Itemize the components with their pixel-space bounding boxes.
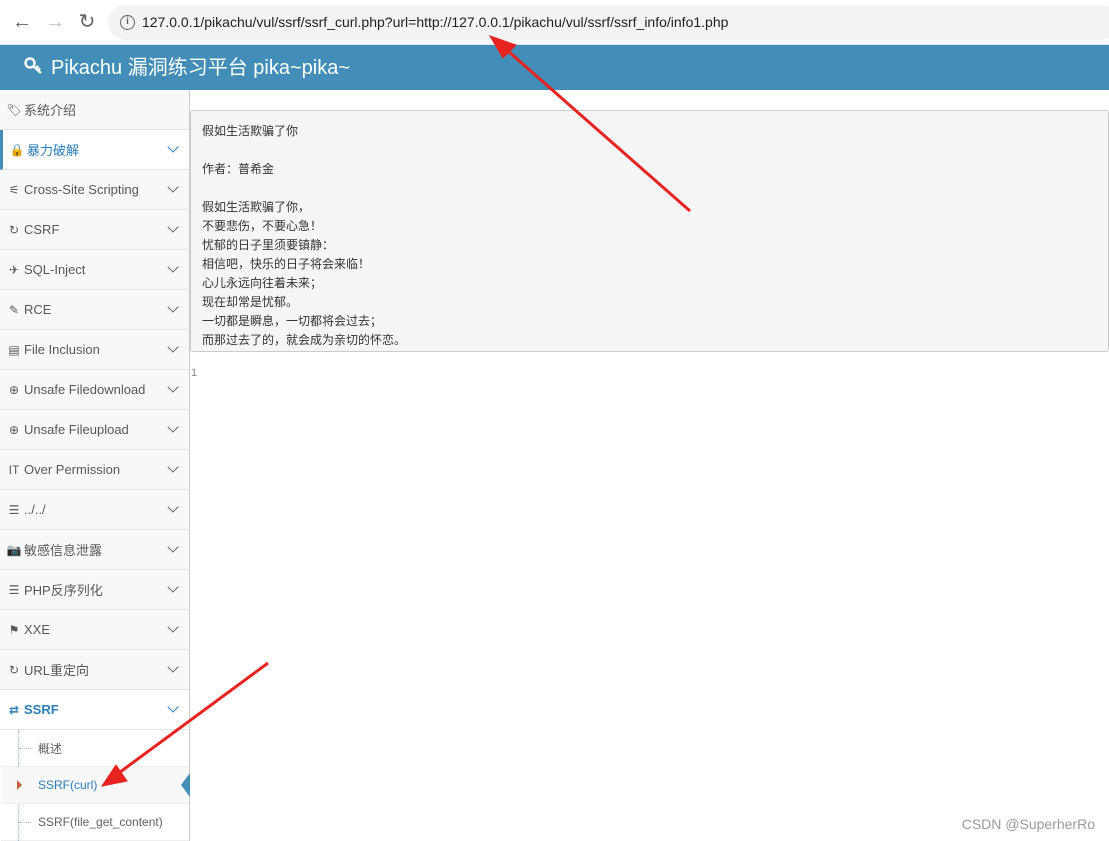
submenu-item-label: SSRF(curl) xyxy=(38,778,98,792)
sidebar-item-label: Cross-Site Scripting xyxy=(24,182,139,197)
chevron-down-icon xyxy=(167,301,179,313)
sidebar-item-over-permission[interactable]: IT Over Permission xyxy=(0,450,189,490)
sidebar-item-label: XXE xyxy=(24,622,51,637)
camera-icon: 📷 xyxy=(6,542,22,557)
submenu-item-label: 概述 xyxy=(38,741,63,756)
sidebar-item-label: SQL-Inject xyxy=(24,262,86,277)
caret-right-icon xyxy=(17,780,22,790)
chevron-down-icon xyxy=(167,501,179,513)
chevron-down-icon xyxy=(167,141,179,153)
result-number: 1 xyxy=(191,367,198,379)
sidebar-item-label: RCE xyxy=(24,302,52,317)
sidebar-nav: 🏷 系统介绍 🔒 暴力破解 ⚟ Cross-Site Scripting ↻ C… xyxy=(0,90,190,841)
sidebar-item-label: PHP反序列化 xyxy=(24,583,103,598)
app-header: Pikachu 漏洞练习平台 pika~pika~ xyxy=(0,45,1109,90)
sidebar-item-bruteforce[interactable]: 🔒 暴力破解 xyxy=(0,130,189,170)
sidebar-item-xss[interactable]: ⚟ Cross-Site Scripting xyxy=(0,170,189,210)
sidebar-item-label: SSRF xyxy=(24,702,59,717)
download-circle-icon: ⊕ xyxy=(8,382,20,397)
chevron-down-icon xyxy=(167,461,179,473)
plane-icon: ✈ xyxy=(8,262,20,277)
watermark: CSDN @SuperherRo xyxy=(961,816,1095,832)
chevron-down-icon xyxy=(167,541,179,553)
chevron-down-icon xyxy=(167,341,179,353)
upload-circle-icon: ⊕ xyxy=(8,422,20,437)
sidebar-item-intro[interactable]: 🏷 系统介绍 xyxy=(0,90,189,130)
pencil-icon: ✎ xyxy=(8,302,20,317)
sliders-icon: ⚟ xyxy=(8,182,20,197)
sidebar-item-label: 暴力破解 xyxy=(27,143,80,158)
sidebar-item-label: File Inclusion xyxy=(24,342,100,357)
exchange-icon: ⇄ xyxy=(8,702,20,717)
chevron-down-icon xyxy=(167,221,179,233)
sidebar-item-php-unserialize[interactable]: ☰ PHP反序列化 xyxy=(0,570,189,610)
sidebar-item-label: Unsafe Fileupload xyxy=(24,422,129,437)
chevron-down-icon xyxy=(167,621,179,633)
back-arrow-icon[interactable]: ← xyxy=(10,10,34,34)
sidebar-item-info-leak[interactable]: 📷 敏感信息泄露 xyxy=(0,530,189,570)
flag-icon: ⚑ xyxy=(8,622,20,637)
ssrf-submenu: 概述 SSRF(curl) SSRF(file_get_content) xyxy=(0,730,190,841)
chevron-down-icon xyxy=(167,181,179,193)
chevron-down-icon xyxy=(167,701,179,713)
align-left-icon: ☰ xyxy=(8,502,20,517)
lock-icon: 🔒 xyxy=(9,142,25,157)
submenu-item-label: SSRF(file_get_content) xyxy=(38,815,163,829)
chevron-down-icon xyxy=(167,421,179,433)
sidebar-item-file-inclusion[interactable]: ▤ File Inclusion xyxy=(0,330,189,370)
chevron-down-icon xyxy=(167,661,179,673)
sidebar-item-filedownload[interactable]: ⊕ Unsafe Filedownload xyxy=(0,370,189,410)
sidebar-item-label: 系统介绍 xyxy=(24,103,77,118)
app-title: Pikachu 漏洞练习平台 pika~pika~ xyxy=(51,57,351,79)
sidebar-item-label: CSRF xyxy=(24,222,60,237)
browser-toolbar: ← → ↻ i 127.0.0.1/pikachu/vul/ssrf/ssrf_… xyxy=(0,0,1109,45)
align-left-icon: ☰ xyxy=(8,582,20,597)
submenu-item-ssrf-file-get-content[interactable]: SSRF(file_get_content) xyxy=(1,804,189,841)
info-icon[interactable]: i xyxy=(120,15,135,30)
sidebar-item-rce[interactable]: ✎ RCE xyxy=(0,290,189,330)
sidebar-item-sqli[interactable]: ✈ SQL-Inject xyxy=(0,250,189,290)
sidebar-item-path-traversal[interactable]: ☰ ../../ xyxy=(0,490,189,530)
active-pointer-icon xyxy=(181,773,190,797)
forward-arrow-icon[interactable]: → xyxy=(43,10,67,34)
key-icon xyxy=(24,56,46,78)
sidebar-item-label: URL重定向 xyxy=(24,663,90,678)
submenu-item-ssrf-curl[interactable]: SSRF(curl) xyxy=(1,767,190,804)
sidebar-item-url-redirect[interactable]: ↻ URL重定向 xyxy=(0,650,189,690)
reload-icon[interactable]: ↻ xyxy=(75,10,99,34)
sidebar-item-csrf[interactable]: ↻ CSRF xyxy=(0,210,189,250)
chevron-down-icon xyxy=(167,381,179,393)
poem-text: 假如生活欺骗了你 作者：普希金 假如生活欺骗了你， 不要悲伤，不要心急！ 忧郁的… xyxy=(202,124,407,347)
share-icon: ↻ xyxy=(8,222,20,237)
chevron-down-icon xyxy=(167,581,179,593)
text-height-icon: IT xyxy=(8,462,20,477)
url-text[interactable]: 127.0.0.1/pikachu/vul/ssrf/ssrf_curl.php… xyxy=(142,14,728,30)
sidebar-item-label: ../../ xyxy=(24,502,46,517)
file-icon: ▤ xyxy=(8,342,20,357)
fetched-content-box: 假如生活欺骗了你 作者：普希金 假如生活欺骗了你， 不要悲伤，不要心急！ 忧郁的… xyxy=(190,110,1109,352)
sidebar-item-label: Over Permission xyxy=(24,462,121,477)
sidebar-item-label: 敏感信息泄露 xyxy=(24,543,103,558)
chevron-down-icon xyxy=(167,261,179,273)
sidebar-item-fileupload[interactable]: ⊕ Unsafe Fileupload xyxy=(0,410,189,450)
address-bar[interactable]: i 127.0.0.1/pikachu/vul/ssrf/ssrf_curl.p… xyxy=(108,5,1109,40)
tags-icon: 🏷 xyxy=(6,102,22,117)
submenu-item-overview[interactable]: 概述 xyxy=(1,730,189,767)
sidebar-item-xxe[interactable]: ⚑ XXE xyxy=(0,610,189,650)
refresh-icon: ↻ xyxy=(8,662,20,677)
sidebar-item-ssrf[interactable]: ⇄ SSRF xyxy=(0,690,189,730)
sidebar-item-label: Unsafe Filedownload xyxy=(24,382,146,397)
